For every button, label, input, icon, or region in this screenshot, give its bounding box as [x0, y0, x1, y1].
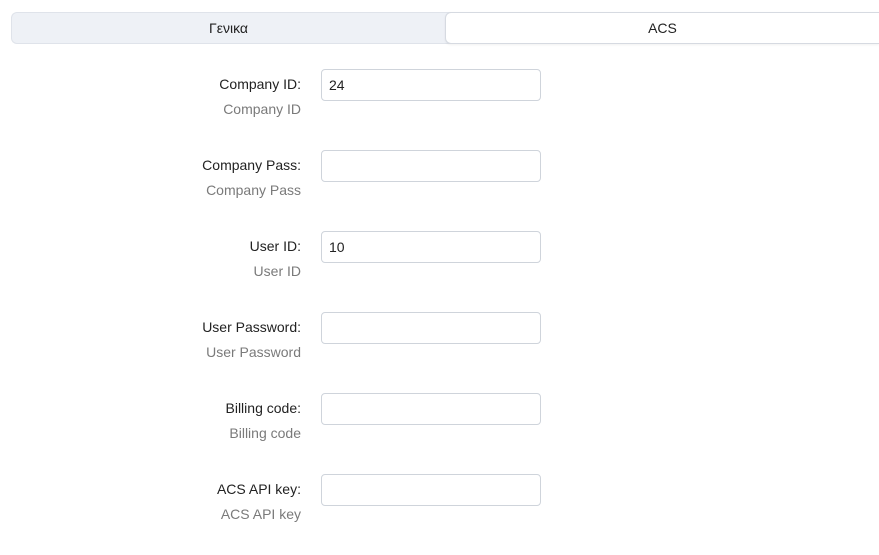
user-password-label: User Password:: [202, 319, 301, 335]
company-pass-input[interactable]: [321, 150, 541, 182]
form-row-user-password: User Password: User Password: [0, 312, 879, 393]
user-id-label: User ID:: [249, 238, 301, 254]
form-row-billing-code: Billing code: Billing code: [0, 393, 879, 474]
label-group: Company ID: Company ID: [81, 69, 301, 117]
acs-settings-form: Company ID: Company ID Company Pass: Com…: [0, 69, 879, 555]
company-id-label: Company ID:: [219, 76, 301, 92]
label-group: Company Pass: Company Pass: [81, 150, 301, 198]
form-row-company-id: Company ID: Company ID: [0, 69, 879, 150]
acs-api-key-label: ACS API key:: [216, 481, 301, 497]
form-row-user-id: User ID: User ID: [0, 231, 879, 312]
user-password-help: User Password: [206, 344, 301, 360]
user-id-input[interactable]: [321, 231, 541, 263]
label-group: ACS API key: ACS API key: [81, 474, 301, 522]
company-id-help: Company ID: [223, 101, 301, 117]
acs-api-key-input[interactable]: [321, 474, 541, 506]
tab-acs[interactable]: ACS: [445, 12, 879, 44]
user-id-help: User ID: [253, 263, 301, 279]
user-password-input[interactable]: [321, 312, 541, 344]
tab-general[interactable]: Γενικα: [12, 13, 445, 43]
label-group: User Password: User Password: [81, 312, 301, 360]
billing-code-help: Billing code: [229, 425, 301, 441]
form-row-acs-api-key: ACS API key: ACS API key: [0, 474, 879, 555]
acs-api-key-help: ACS API key: [220, 506, 301, 522]
label-group: User ID: User ID: [81, 231, 301, 279]
billing-code-label: Billing code:: [225, 400, 302, 416]
company-pass-help: Company Pass: [206, 182, 301, 198]
company-id-input[interactable]: [321, 69, 541, 101]
billing-code-input[interactable]: [321, 393, 541, 425]
label-group: Billing code: Billing code: [81, 393, 302, 441]
company-pass-label: Company Pass:: [202, 157, 301, 173]
form-row-company-pass: Company Pass: Company Pass: [0, 150, 879, 231]
tab-bar: Γενικα ACS: [11, 12, 879, 44]
